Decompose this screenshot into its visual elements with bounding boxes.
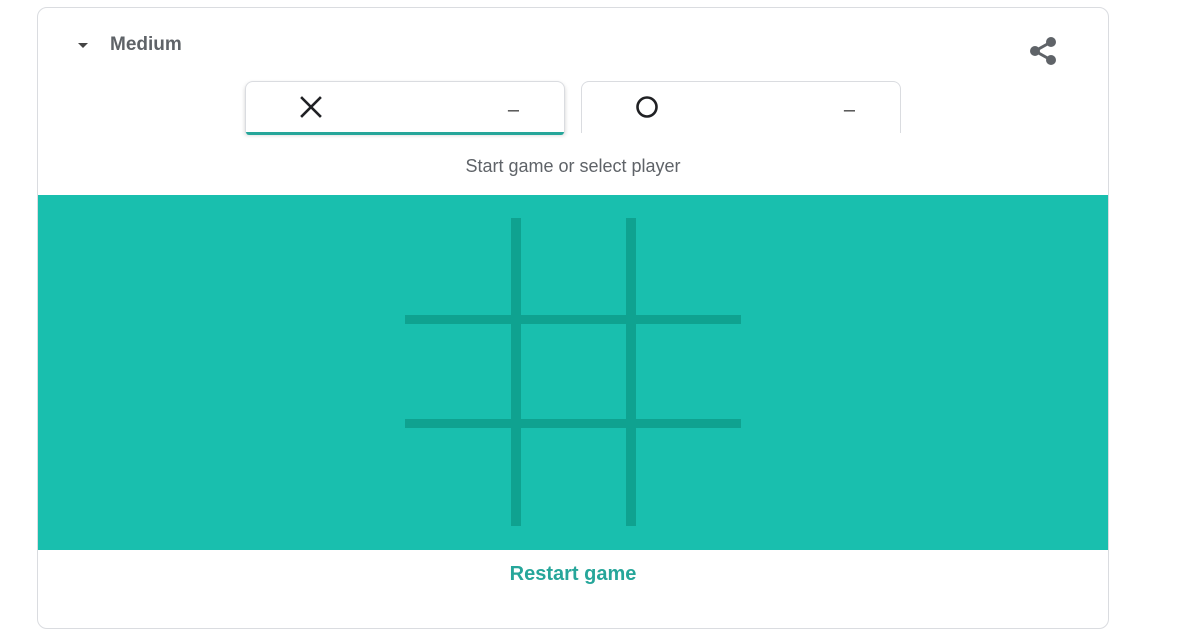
board-cell-5[interactable] — [521, 324, 636, 428]
difficulty-label: Medium — [110, 34, 182, 55]
board-cell-9[interactable] — [636, 428, 741, 526]
board-cell-7[interactable] — [405, 428, 521, 526]
x-mark-icon — [300, 96, 322, 118]
caret-down-icon — [78, 43, 88, 48]
player-o-tab[interactable]: – — [581, 81, 901, 133]
restart-game-button[interactable]: Restart game — [38, 563, 1108, 586]
board-cell-4[interactable] — [405, 324, 521, 428]
tic-tac-toe-board — [405, 218, 741, 526]
game-card: Medium – – Start game or select player R… — [37, 7, 1109, 629]
share-button[interactable] — [1026, 34, 1060, 68]
board-area — [38, 195, 1108, 550]
o-circle-icon — [636, 96, 658, 118]
board-cell-2[interactable] — [521, 218, 636, 324]
board-cell-1[interactable] — [405, 218, 521, 324]
game-status: Start game or select player — [465, 156, 681, 176]
difficulty-dropdown[interactable]: Medium — [78, 32, 182, 58]
board-cell-8[interactable] — [521, 428, 636, 526]
player-x-tab[interactable]: – — [245, 81, 565, 135]
player-o-score: – — [843, 99, 855, 121]
board-cell-3[interactable] — [636, 218, 741, 324]
share-icon — [1030, 37, 1056, 65]
player-x-score: – — [507, 99, 519, 121]
board-cell-6[interactable] — [636, 324, 741, 428]
